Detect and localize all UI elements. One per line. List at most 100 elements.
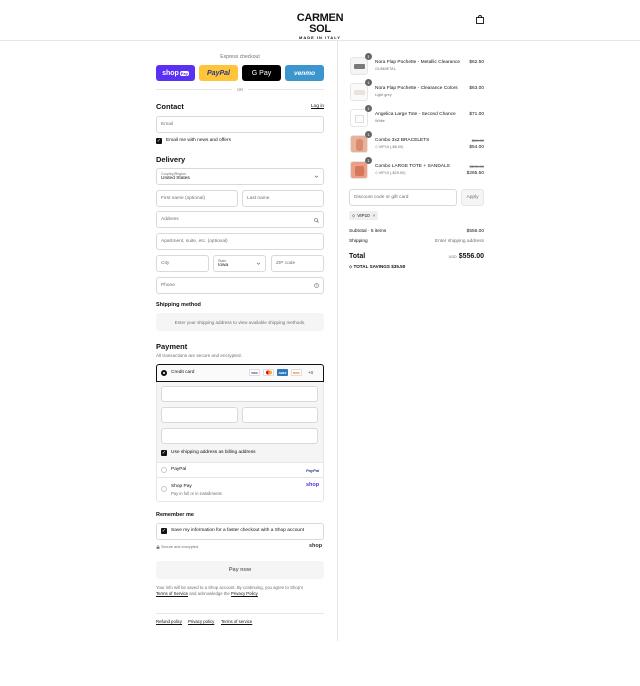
product-thumbnail [350,109,368,127]
shipping-method-heading: Shipping method [156,302,201,308]
legal-and-ack: and acknowledge the [189,591,230,596]
more-cards-count: +4 [308,370,313,375]
shopping-bag-icon[interactable] [476,15,484,24]
shop-pay-radio[interactable] [161,486,167,492]
shipping-method-placeholder: Enter your shipping address to view avai… [156,313,324,331]
total-label: Total [349,253,366,260]
email-field[interactable]: Email [156,116,324,133]
shipping-label: Shipping [349,239,368,244]
total-value: $556.00 [458,253,484,260]
privacy-policy-link[interactable]: Privacy policy [188,619,214,624]
contact-heading: Contact [156,102,184,111]
apply-button[interactable]: Apply [461,189,484,206]
credit-card-radio[interactable] [161,370,167,376]
product-price: $54.00 [469,145,484,150]
apartment-placeholder: Apartment, suite, etc. (optional) [161,239,228,244]
pay-now-button[interactable]: Pay now [156,561,324,579]
discount-code-input[interactable]: Discount code or gift card [349,189,457,206]
venmo-button[interactable]: venmo [285,65,324,81]
total-value-group: USD $556.00 [449,253,484,260]
legal-text: Your info will be saved to a Shop accoun… [156,585,324,597]
secure-label: Secure and encrypted [161,545,199,549]
product-price: $265.50 [466,171,484,176]
news-label: Email me with news and offers [166,138,231,143]
shop-pay-option[interactable] [156,478,324,502]
google-pay-button[interactable]: G Pay [242,65,281,81]
shipping-value: Enter shipping address [434,239,484,244]
shop-logo: shop [309,543,323,549]
zip-field[interactable]: ZIP code [271,255,324,272]
chevron-down-icon [256,262,261,265]
help-icon[interactable]: ? [314,283,319,288]
name-on-card-field[interactable] [161,428,318,444]
product-variant: White [375,119,385,123]
product-thumbnail [350,161,368,179]
shop-pay-option-label: Shop Pay [171,484,192,489]
shop-pay-button[interactable]: shop Pay [156,65,195,81]
subtotal-label: Subtotal · 5 items [349,229,387,234]
country-select[interactable]: Country/Region United States [156,168,324,185]
brand-tagline: MADE IN ITALY [299,35,341,40]
quantity-badge: 1 [365,157,372,164]
applied-discount-chip: ⬦ VIP10 × [349,211,379,220]
total-savings-label: TOTAL SAVINGS [353,264,390,269]
city-placeholder: City [161,261,170,266]
shop-pay-logo: shop [306,482,320,488]
product-name: Angelica Large Tote - Second Chance [375,112,456,117]
chevron-down-icon [314,175,319,178]
expiration-field[interactable] [161,407,238,423]
login-link[interactable]: Log in [311,104,324,109]
billing-same-label: Use shipping address as billing address [171,450,256,455]
apartment-field[interactable]: Apartment, suite, etc. (optional) [156,233,324,250]
address-field[interactable]: Address [156,211,324,228]
state-value: Iowa [218,263,229,268]
discount-tag: ⬦ VIP10 (-$29.50) [375,171,406,175]
original-price-value: $60.00 [471,138,484,143]
brand-logo[interactable]: CARMEN SOL MADE IN ITALY [286,13,354,41]
currency-code: USD [448,255,457,259]
terms-link[interactable]: Terms of Service [156,591,188,596]
product-name: Combo 3x2 BRACELETS [375,138,430,143]
svg-text:?: ? [316,284,318,288]
product-thumbnail [350,57,368,75]
original-price: $60.00 [472,138,484,144]
quantity-badge: 1 [365,53,372,60]
news-checkbox[interactable]: ✓ [156,138,162,144]
billing-same-checkbox[interactable]: ✓ [161,450,167,456]
discount-code: VIP10 [357,213,370,218]
product-price: $62.50 [469,60,484,65]
email-placeholder: Email [161,122,173,127]
discount-tag: ⬦ VIP10 (-$6.00) [375,145,403,149]
last-name-placeholder: Last name [247,196,270,201]
product-name: Nora Flap Pochette - Metallic Clearance [375,60,461,65]
total-savings: ⬦ TOTAL SAVINGS $35.50 [349,264,405,269]
privacy-link[interactable]: Privacy Policy [231,591,258,596]
paypal-option-label: PayPal [171,467,187,472]
visa-icon: VISA [249,369,260,376]
payment-heading: Payment [156,342,188,351]
legal-line-1: Your info will be saved to a Shop accoun… [156,585,304,590]
paypal-button[interactable]: PayPal [199,65,238,81]
card-number-field[interactable] [161,386,318,402]
first-name-field[interactable]: First name (optional) [156,190,238,207]
column-divider [337,41,338,641]
phone-field[interactable]: Phone ? [156,277,324,294]
lock-icon [156,545,160,549]
last-name-field[interactable]: Last name [242,190,324,207]
state-select[interactable]: State Iowa [213,255,266,272]
remove-icon[interactable]: × [373,213,376,218]
city-field[interactable]: City [156,255,209,272]
terms-of-service-link[interactable]: Terms of service [221,619,252,624]
remember-checkbox[interactable]: ✓ [161,528,167,534]
amex-icon: AMEX [277,369,288,376]
delivery-heading: Delivery [156,155,186,164]
security-code-field[interactable] [242,407,318,423]
refund-policy-link[interactable]: Refund policy [156,619,182,624]
or-label: OR [232,87,248,92]
paypal-radio[interactable] [161,467,167,473]
shop-pay-sub-label: Pay in full or in installments [171,491,222,496]
total-savings-value: $35.50 [391,264,406,269]
product-price: $63.00 [469,86,484,91]
product-variant: Light grey [375,93,392,97]
quantity-badge: 1 [365,105,372,112]
